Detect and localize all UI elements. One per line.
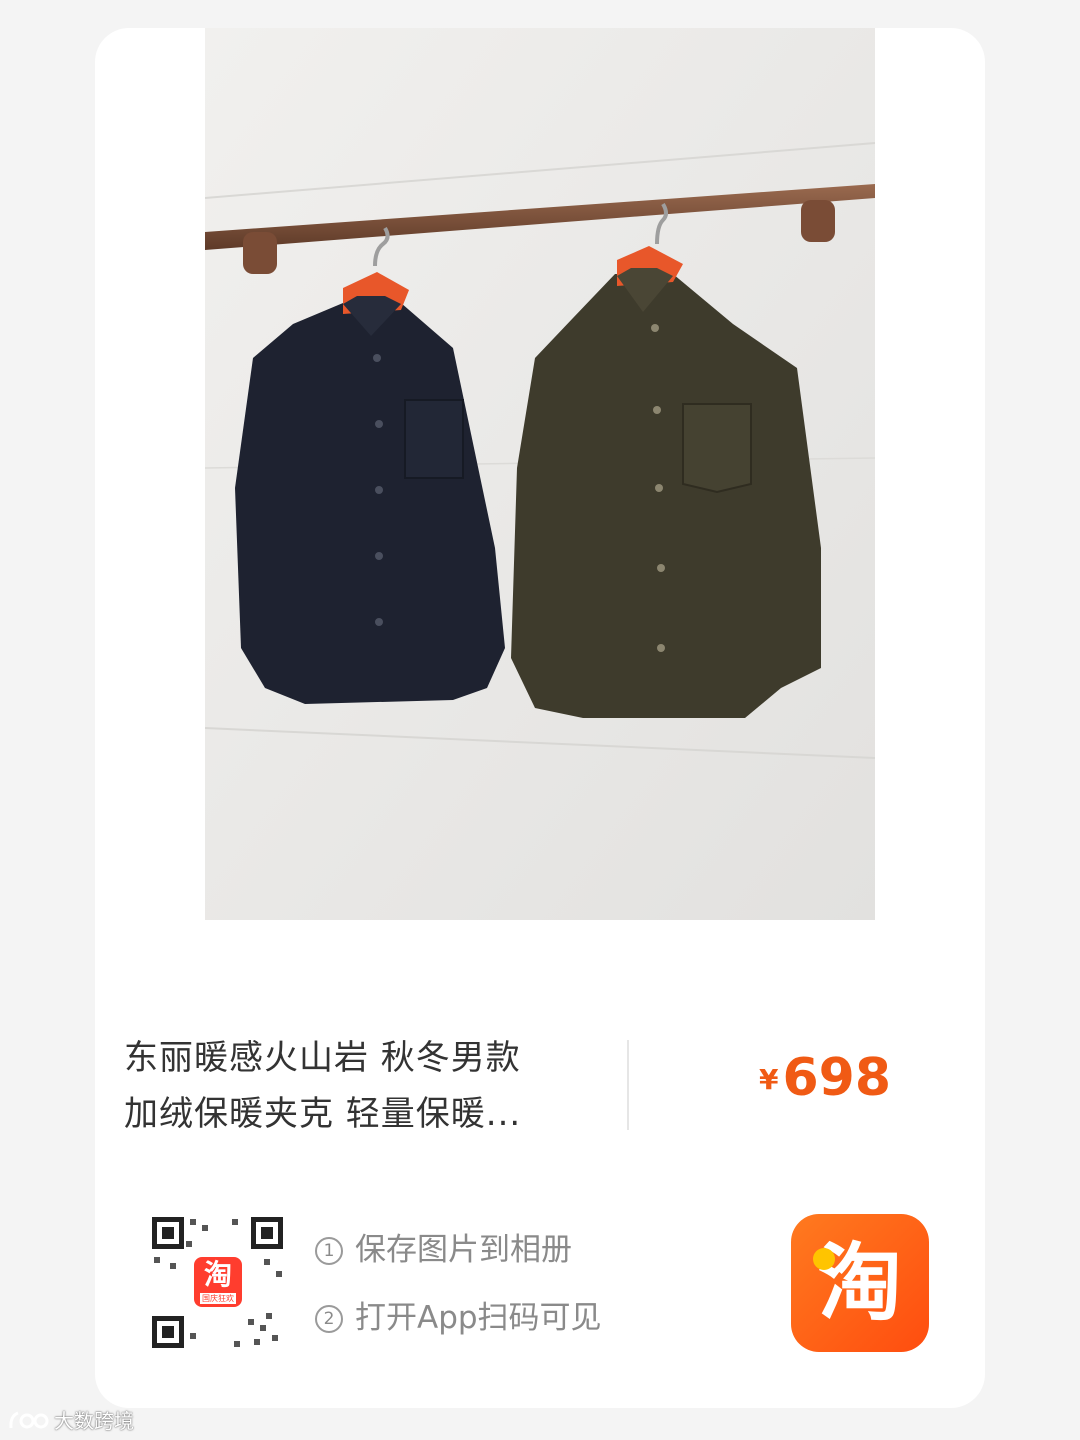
step-1-text: 保存图片到相册	[355, 1232, 572, 1268]
step-1-marker: 1	[315, 1237, 343, 1265]
share-instructions: 1 保存图片到相册 2 打开App扫码可见	[315, 1225, 602, 1361]
qr-badge-char: 淘	[203, 1258, 232, 1291]
step-2-text: 打开App扫码可见	[355, 1300, 602, 1336]
currency-symbol: ¥	[758, 1063, 779, 1096]
product-title-line-2: 加绒保暖夹克 轻量保暖...	[124, 1094, 522, 1134]
step-2-marker: 2	[315, 1305, 343, 1333]
watermark-logo-icon	[9, 1411, 49, 1429]
taobao-logo-dot	[813, 1248, 835, 1270]
watermark-text: 大数跨境	[54, 1409, 134, 1433]
taobao-logo-icon[interactable]: 淘	[791, 1214, 929, 1352]
instruction-scan-app: 2 打开App扫码可见	[315, 1293, 602, 1361]
qr-badge-label: 国庆狂欢	[202, 1294, 234, 1303]
product-photo-illustration	[205, 28, 875, 920]
watermark: 大数跨境	[8, 1405, 134, 1434]
product-image[interactable]	[205, 28, 875, 920]
qr-code[interactable]: 淘 国庆狂欢	[150, 1215, 285, 1350]
product-title[interactable]: 东丽暖感火山岩 秋冬男款 加绒保暖夹克 轻量保暖...	[124, 1030, 604, 1142]
product-title-line-1: 东丽暖感火山岩 秋冬男款	[124, 1038, 521, 1078]
taobao-logo-char: 淘	[817, 1234, 902, 1332]
divider	[627, 1040, 629, 1130]
instruction-save-image: 1 保存图片到相册	[315, 1225, 602, 1293]
price-value: 698	[782, 1048, 892, 1108]
product-price: ¥698	[700, 1048, 950, 1108]
